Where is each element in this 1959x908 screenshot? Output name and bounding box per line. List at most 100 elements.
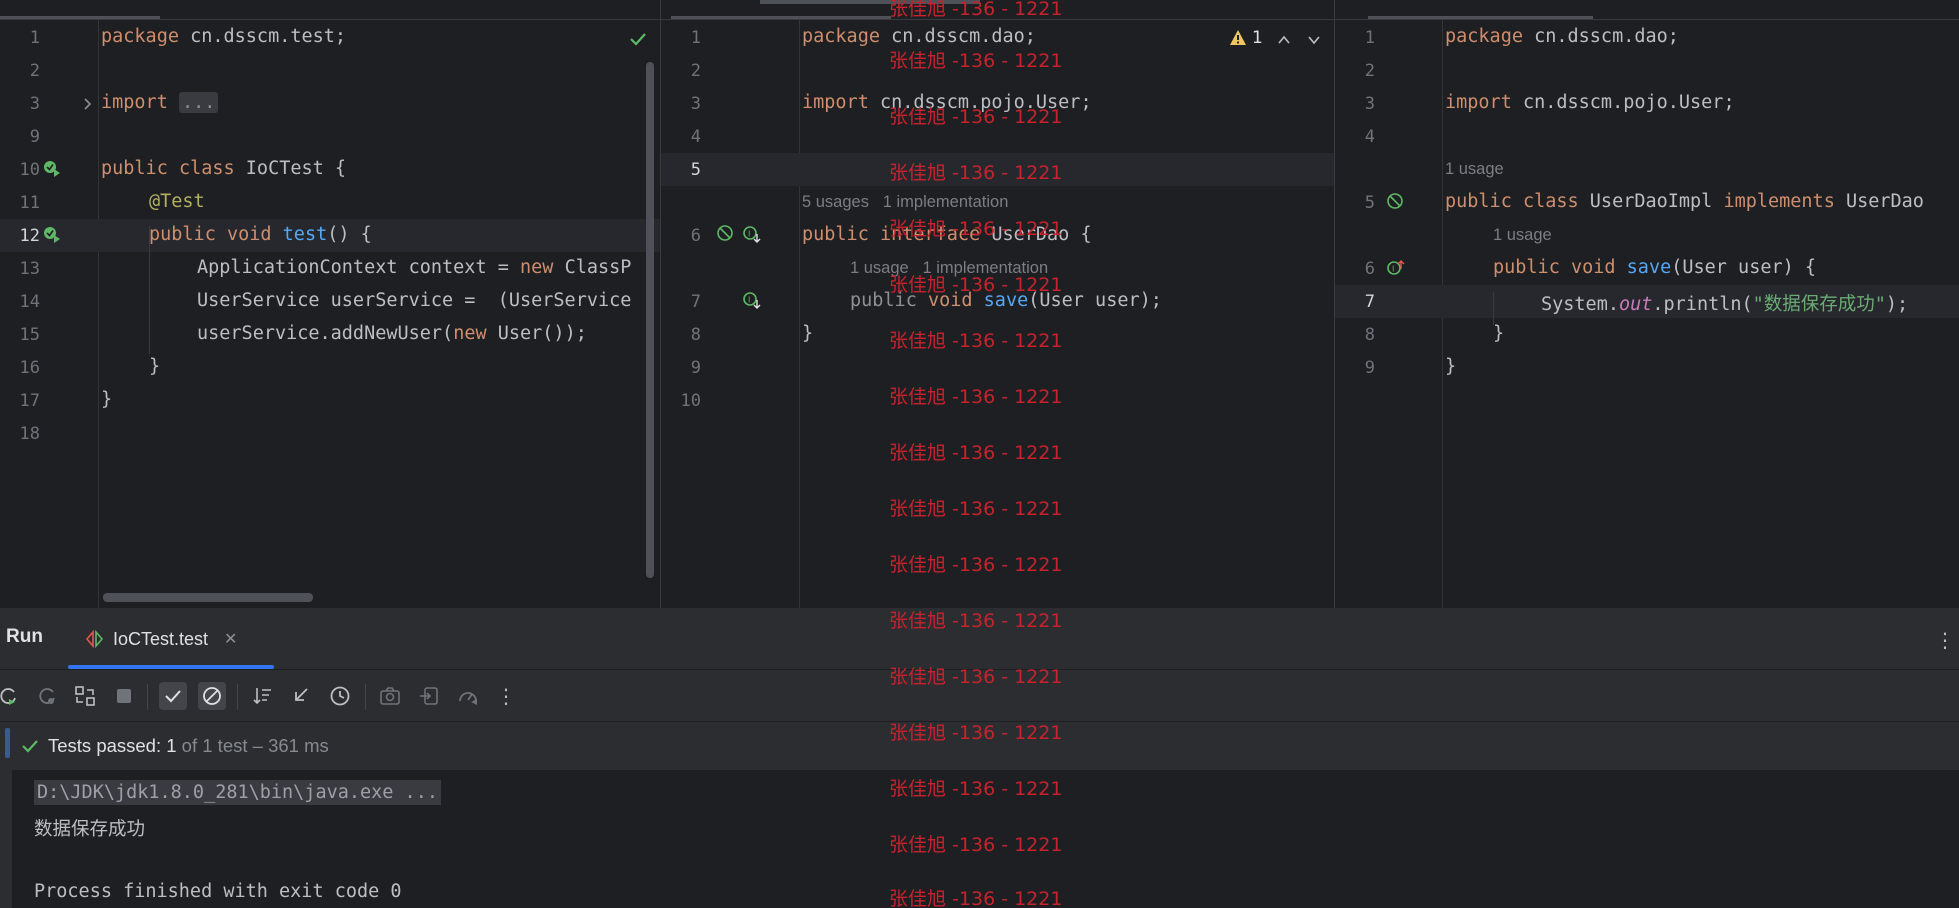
console-command-line[interactable]: D:\JDK\jdk1.8.0_281\bin\java.exe ...: [34, 780, 441, 805]
line-number: 17: [19, 391, 40, 411]
line-number: 4: [690, 127, 701, 147]
line-number: 13: [19, 259, 40, 279]
ignored-icon: [203, 687, 221, 705]
screenshot-button[interactable]: [376, 682, 404, 710]
line-number: 6: [1364, 259, 1375, 279]
line-number: 16: [19, 358, 40, 378]
show-passed-toggle[interactable]: [159, 682, 187, 710]
run-test-method-icon[interactable]: [43, 226, 61, 244]
code-line[interactable]: @Test: [149, 191, 205, 212]
line-number: 1: [690, 28, 701, 48]
editor-tab-strip: [0, 0, 660, 20]
code-line[interactable]: public class UserDaoImpl implements User…: [1445, 191, 1924, 212]
more-actions-button[interactable]: ⋮: [492, 682, 520, 710]
test-history-button[interactable]: [326, 682, 354, 710]
code-line[interactable]: public void test() {: [149, 224, 372, 245]
chevron-down-icon[interactable]: [1305, 31, 1323, 49]
close-tab-icon[interactable]: ✕: [224, 629, 237, 649]
line-number: 2: [1364, 61, 1375, 81]
line-number: 15: [19, 325, 40, 345]
code-line[interactable]: }: [1493, 323, 1504, 344]
code-line[interactable]: }: [1445, 356, 1456, 377]
horizontal-scrollbar[interactable]: [103, 593, 313, 602]
usages-hint[interactable]: 1 usage 1 implementation: [850, 259, 1048, 278]
auto-test-icon: [75, 686, 95, 706]
console-output-line: 数据保存成功: [34, 819, 146, 840]
gauge-icon: [459, 692, 477, 705]
rerun-failed-button[interactable]: [33, 682, 61, 710]
toolbar-separator: [365, 684, 366, 710]
show-ignored-toggle[interactable]: [198, 682, 226, 710]
usages-hint[interactable]: 5 usages 1 implementation: [802, 193, 1008, 212]
usages-hint[interactable]: 1 usage: [1445, 160, 1504, 179]
active-tab-indicator: [68, 665, 274, 669]
code-line[interactable]: import ...: [101, 92, 219, 113]
line-number: 7: [690, 292, 701, 312]
stop-button[interactable]: [110, 682, 138, 710]
code-line[interactable]: package cn.dsscm.test;: [101, 26, 346, 47]
editor-pane-userdaoimpl[interactable]: 1 2 3 4 5 6 7 8 9 I package cn.dsscm.dao…: [1335, 0, 1959, 608]
folded-imports[interactable]: ...: [178, 92, 219, 113]
svg-text:I: I: [748, 296, 750, 305]
checkmark-icon: [165, 690, 181, 703]
run-toolbar: ⋮: [0, 670, 1959, 722]
line-number: 11: [19, 193, 40, 213]
line-number: 4: [1364, 127, 1375, 147]
run-test-class-icon[interactable]: [43, 160, 61, 178]
sort-button[interactable]: [248, 682, 276, 710]
collapse-icon: [295, 688, 308, 701]
line-number: 3: [690, 94, 701, 114]
line-number: 2: [690, 61, 701, 81]
console-output[interactable]: D:\JDK\jdk1.8.0_281\bin\java.exe ... 数据保…: [12, 770, 1959, 908]
usages-hint[interactable]: 1 usage: [1493, 226, 1552, 245]
code-line[interactable]: UserService userService = (UserService: [197, 290, 631, 311]
implements-method-icon[interactable]: I: [1387, 259, 1405, 277]
chevron-up-icon[interactable]: [1275, 31, 1293, 49]
line-number: 10: [19, 160, 40, 180]
toggle-auto-test-button[interactable]: [71, 682, 99, 710]
no-problems-check-icon[interactable]: [629, 30, 647, 48]
line-number: 9: [1364, 358, 1375, 378]
run-header: Run IoCTest.test ✕ ⋮: [0, 608, 1959, 670]
code-line[interactable]: public void save(User user);: [850, 290, 1162, 311]
code-line[interactable]: public interface UserDao {: [802, 224, 1092, 245]
gutter-separator: [98, 20, 99, 608]
editor-pane-userdao[interactable]: 1 2 3 4 5 6 7 8 9 10 1 I I package cn.ds…: [661, 0, 1334, 608]
code-line[interactable]: package cn.dsscm.dao;: [1445, 26, 1679, 47]
line-number: 8: [690, 325, 701, 345]
toolbar-separator: [147, 684, 148, 710]
code-line[interactable]: }: [802, 323, 813, 344]
import-tests-button[interactable]: [415, 682, 443, 710]
test-status-row[interactable]: Tests passed: 1 of 1 test – 361 ms: [0, 722, 1959, 770]
more-icon: ⋮: [496, 684, 516, 708]
rerun-button[interactable]: [0, 682, 22, 710]
run-config-tab[interactable]: IoCTest.test ✕: [85, 624, 237, 654]
bean-icon[interactable]: [1387, 193, 1405, 211]
run-tool-title: Run: [6, 626, 43, 647]
passed-check-icon: [22, 740, 38, 753]
line-number-current: 5: [690, 160, 701, 180]
code-line[interactable]: userService.addNewUser(new User());: [197, 323, 587, 344]
coverage-button[interactable]: [454, 682, 482, 710]
code-line[interactable]: import cn.dsscm.pojo.User;: [1445, 92, 1735, 113]
code-line[interactable]: System.out.println("数据保存成功");: [1541, 290, 1908, 316]
code-line[interactable]: public class IoCTest {: [101, 158, 346, 179]
line-number: 14: [19, 292, 40, 312]
rerun-icon: [0, 688, 16, 705]
bean-icon[interactable]: [717, 225, 735, 243]
implemented-icon[interactable]: I: [743, 226, 761, 244]
implemented-icon[interactable]: I: [743, 292, 761, 310]
line-number: 18: [19, 424, 40, 444]
code-line[interactable]: public void save(User user) {: [1493, 257, 1816, 278]
fold-chevron-icon[interactable]: [79, 95, 97, 113]
editor-pane-ioctest[interactable]: 1 2 3 9 10 11 12 13 14 15 16 17 18 packa…: [0, 0, 660, 608]
collapse-all-button[interactable]: [287, 682, 315, 710]
more-options-icon[interactable]: ⋮: [1935, 628, 1955, 652]
code-line[interactable]: package cn.dsscm.dao;: [802, 26, 1036, 47]
code-line[interactable]: }: [149, 356, 160, 377]
code-line[interactable]: }: [101, 389, 112, 410]
code-line[interactable]: ApplicationContext context = new ClassP: [197, 257, 631, 278]
warning-indicator[interactable]: 1: [1229, 28, 1263, 48]
vertical-scrollbar[interactable]: [646, 62, 654, 578]
code-line[interactable]: import cn.dsscm.pojo.User;: [802, 92, 1092, 113]
